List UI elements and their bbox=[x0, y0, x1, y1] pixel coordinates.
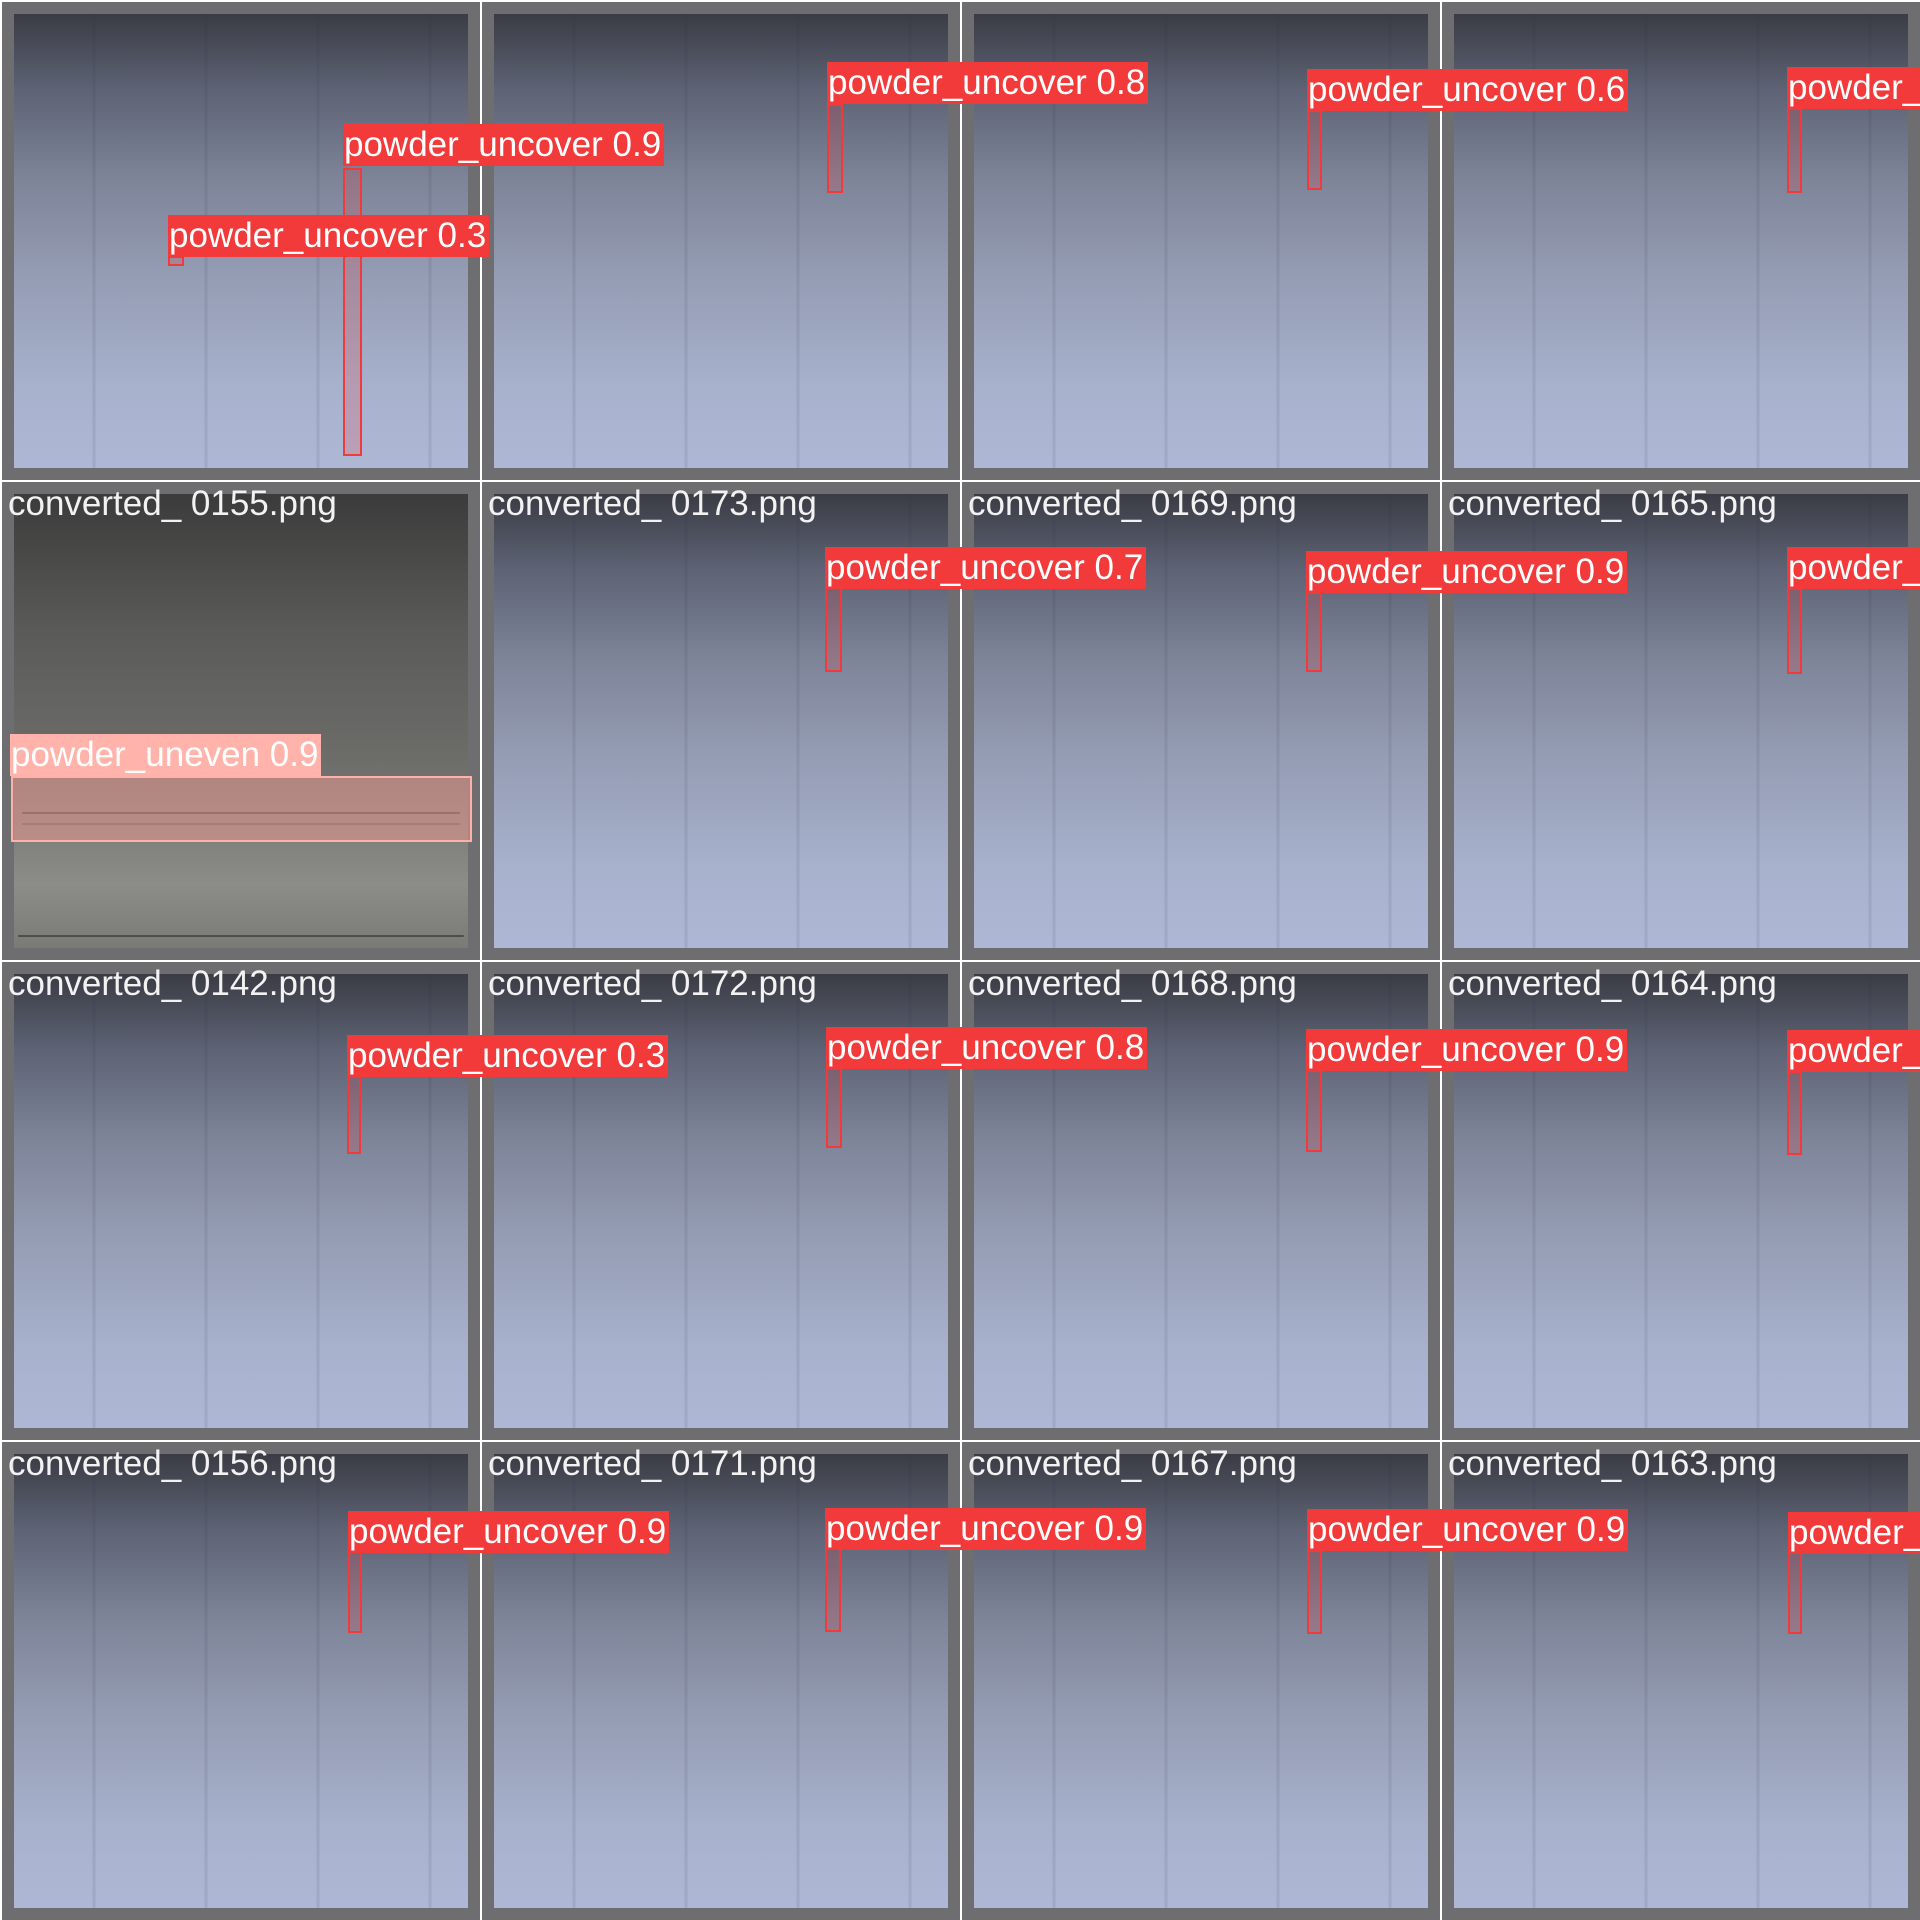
detection-label: powder_uncover 0.9 bbox=[1306, 551, 1628, 593]
inspection-photo bbox=[14, 494, 468, 948]
detection-box bbox=[1787, 108, 1802, 193]
image-filename: converted_ 0169.png bbox=[968, 484, 1297, 523]
detection-box bbox=[168, 256, 184, 266]
detection-box bbox=[347, 1076, 361, 1154]
image-cell: converted_ 0155.png bbox=[2, 482, 480, 960]
image-filename: converted_ 0171.png bbox=[488, 1444, 817, 1483]
image-filename: converted_ 0155.png bbox=[8, 484, 337, 523]
detection-box bbox=[1306, 592, 1322, 672]
image-cell: converted_ 0142.png bbox=[2, 962, 480, 1440]
detection-box bbox=[1788, 1551, 1802, 1634]
detection-box bbox=[825, 1547, 841, 1632]
image-filename: converted_ 0164.png bbox=[1448, 964, 1777, 1003]
detection-box bbox=[827, 104, 843, 193]
detection-label: powder_ bbox=[1787, 547, 1920, 589]
detection-label: powder_ bbox=[1787, 1030, 1920, 1072]
image-filename: converted_ 0167.png bbox=[968, 1444, 1297, 1483]
detection-box bbox=[825, 586, 842, 672]
detection-label: powder_ bbox=[1788, 1512, 1920, 1554]
detection-label: powder_uncover 0.9 bbox=[825, 1508, 1147, 1550]
detection-label: powder_uncover 0.8 bbox=[827, 62, 1149, 104]
detection-label: powder_uncover 0.3 bbox=[347, 1035, 669, 1077]
detection-box bbox=[11, 776, 472, 842]
image-filename: converted_ 0165.png bbox=[1448, 484, 1777, 523]
detection-label: powder_uncover 0.3 bbox=[168, 215, 490, 257]
detection-label: powder_uncover 0.9 bbox=[348, 1511, 670, 1553]
detection-label: powder_uncover 0.7 bbox=[825, 547, 1147, 589]
detection-box bbox=[1787, 588, 1802, 674]
image-filename: converted_ 0168.png bbox=[968, 964, 1297, 1003]
detection-box bbox=[826, 1068, 842, 1148]
detection-box bbox=[343, 168, 362, 456]
detection-label: powder_uneven 0.9 bbox=[10, 734, 322, 776]
detection-box bbox=[1307, 1550, 1322, 1634]
detection-label: powder_uncover 0.9 bbox=[1306, 1029, 1628, 1071]
detection-box bbox=[348, 1549, 362, 1633]
detection-label: powder_uncover 0.8 bbox=[826, 1027, 1148, 1069]
detection-box bbox=[1787, 1071, 1802, 1155]
detection-label: powder_uncover 0.9 bbox=[343, 124, 665, 166]
detection-label: powder_uncover 0.9 bbox=[1307, 1509, 1629, 1551]
image-filename: converted_ 0156.png bbox=[8, 1444, 337, 1483]
detection-box bbox=[1307, 110, 1322, 190]
image-filename: converted_ 0173.png bbox=[488, 484, 817, 523]
image-filename: converted_ 0163.png bbox=[1448, 1444, 1777, 1483]
image-filename: converted_ 0172.png bbox=[488, 964, 817, 1003]
detection-label: powder_ bbox=[1787, 67, 1920, 109]
detection-label: powder_uncover 0.6 bbox=[1307, 69, 1629, 111]
detection-results-grid: converted_ 0155.png converted_ 0173.png … bbox=[0, 0, 1920, 1920]
image-filename: converted_ 0142.png bbox=[8, 964, 337, 1003]
detection-box bbox=[1306, 1070, 1322, 1152]
